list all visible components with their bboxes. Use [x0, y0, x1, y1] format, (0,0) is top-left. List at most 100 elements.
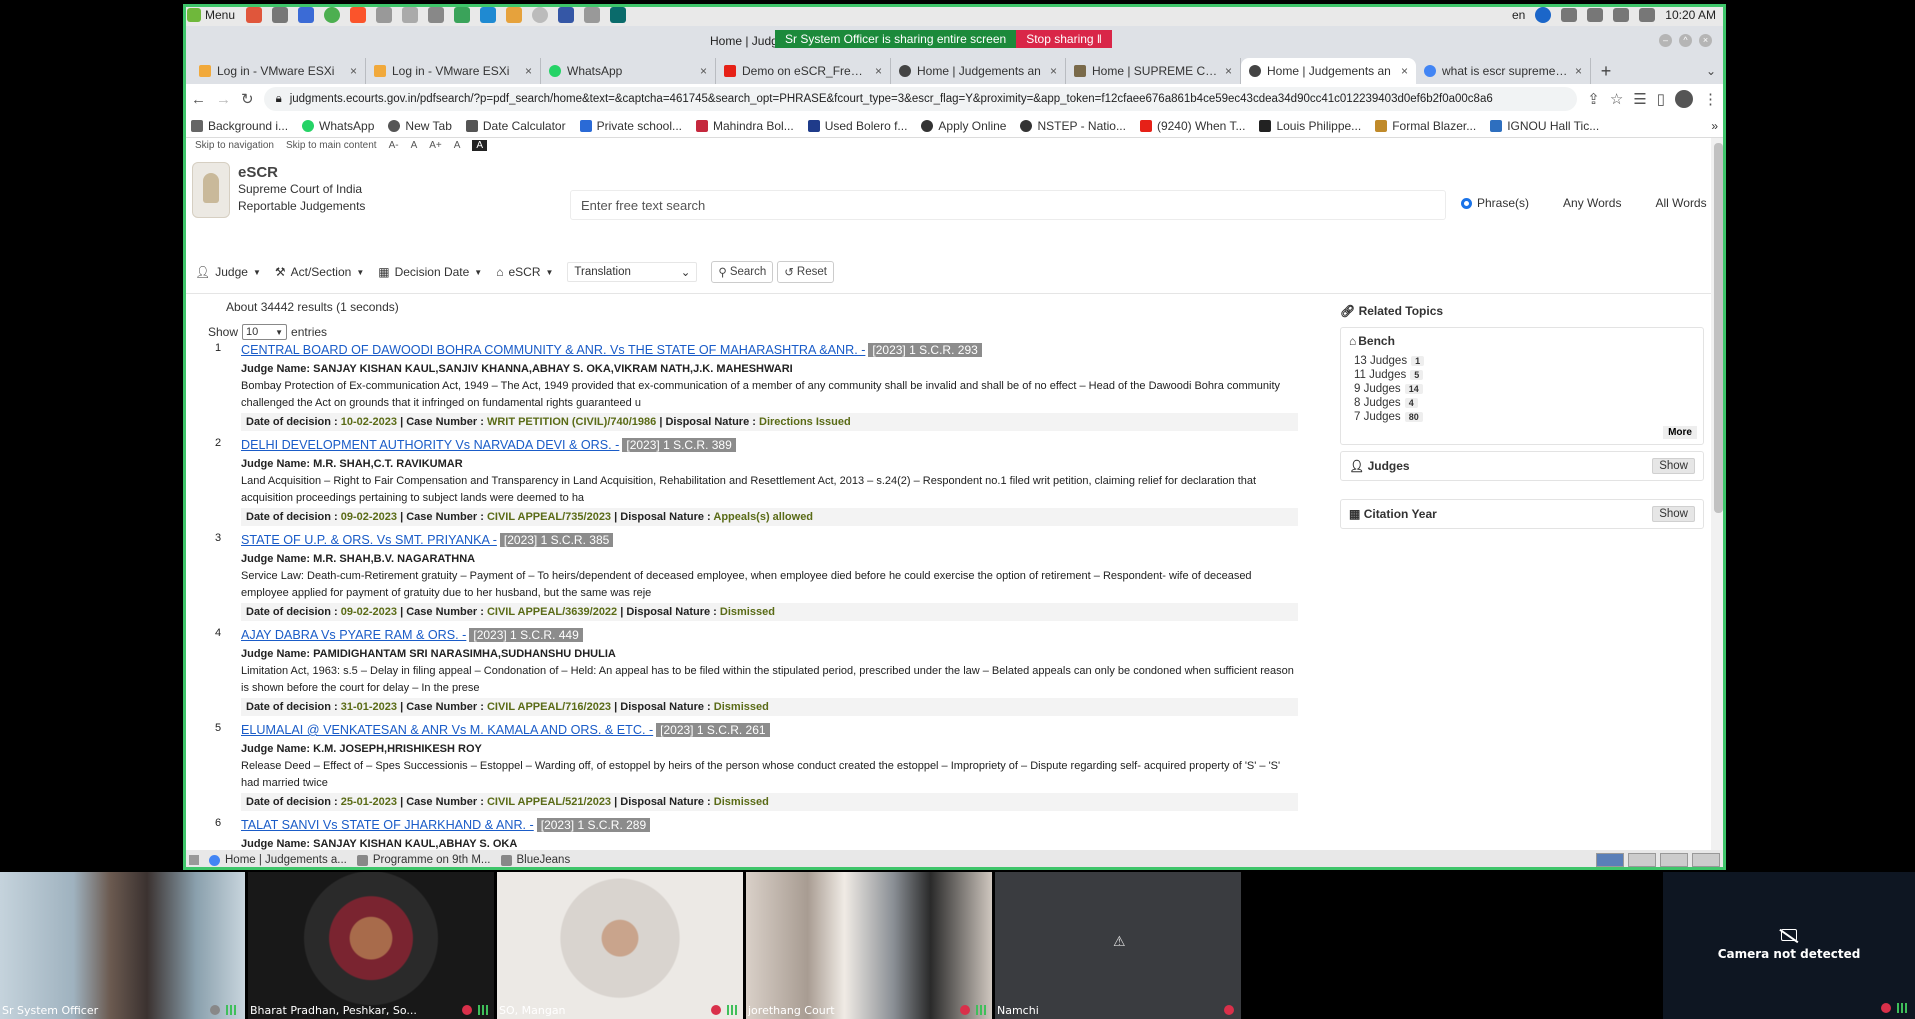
- new-tab-icon[interactable]: +: [1591, 58, 1621, 84]
- show-desktop-icon[interactable]: [189, 855, 199, 865]
- judges-show-button[interactable]: Show: [1652, 458, 1695, 474]
- taskbar-item[interactable]: Home | Judgements a...: [209, 854, 347, 866]
- page-scrollbar[interactable]: [1711, 138, 1726, 850]
- result-title-link[interactable]: CENTRAL BOARD OF DAWOODI BOHRA COMMUNITY…: [241, 343, 865, 357]
- os-menu-button[interactable]: Menu: [183, 8, 241, 22]
- tab-judgements-active[interactable]: Home | Judgements an ×: [1241, 58, 1416, 84]
- tab-vmware-1[interactable]: Log in - VMware ESXi ×: [191, 58, 366, 84]
- terminal-icon[interactable]: [376, 7, 393, 23]
- taskbar-item[interactable]: Programme on 9th M...: [356, 854, 491, 866]
- tab-close-icon[interactable]: ×: [1225, 64, 1232, 78]
- bookmark-item[interactable]: Private school...: [579, 119, 682, 133]
- participant-tile[interactable]: ⚠︎ Namchi: [995, 872, 1241, 1019]
- bench-option[interactable]: 9 Judges 14: [1341, 382, 1703, 396]
- free-text-search-input[interactable]: Enter free text search: [570, 190, 1446, 220]
- search-button[interactable]: ⚲ Search: [711, 261, 774, 283]
- taskbar-item[interactable]: BlueJeans: [500, 854, 570, 866]
- hp-icon[interactable]: [1535, 7, 1552, 23]
- back-icon[interactable]: ←: [191, 91, 206, 108]
- any-words-radio[interactable]: Any Words: [1547, 196, 1621, 210]
- tab-close-icon[interactable]: ×: [1401, 64, 1408, 78]
- citation-badge[interactable]: [2023] 1 S.C.R. 293: [868, 343, 982, 357]
- bookmark-item[interactable]: (9240) When T...: [1139, 119, 1245, 133]
- browser-menu-icon[interactable]: ⋮: [1703, 90, 1718, 108]
- bookmark-item[interactable]: Mahindra Bol...: [695, 119, 794, 133]
- files-icon[interactable]: [298, 7, 315, 23]
- workspace-4[interactable]: [1692, 853, 1720, 867]
- tab-vmware-2[interactable]: Log in - VMware ESXi ×: [366, 58, 541, 84]
- participant-tile[interactable]: Bharat Pradhan, Peshkar, So...: [248, 872, 494, 1019]
- tab-supreme-court[interactable]: Home | SUPREME COU... ×: [1066, 58, 1241, 84]
- bookmark-item[interactable]: WhatsApp: [302, 119, 374, 133]
- bookmark-item[interactable]: Date Calculator: [465, 119, 566, 133]
- citation-badge[interactable]: [2023] 1 S.C.R. 289: [536, 818, 651, 832]
- bookmark-item[interactable]: Background i...: [191, 119, 288, 133]
- maximize-icon[interactable]: ^: [1679, 34, 1692, 47]
- citation-badge[interactable]: [2023] 1 S.C.R. 389: [622, 438, 736, 452]
- result-title-link[interactable]: ELUMALAI @ VENKATESAN & ANR Vs M. KAMALA…: [241, 723, 653, 737]
- tab-whatsapp[interactable]: WhatsApp ×: [541, 58, 716, 84]
- shield-icon[interactable]: [1587, 8, 1604, 22]
- calendar-icon[interactable]: [558, 7, 575, 23]
- disc-icon[interactable]: [532, 7, 549, 23]
- normal-contrast-button[interactable]: A: [454, 140, 461, 151]
- judge-filter-dropdown[interactable]: 👤︎ Judge ▼: [195, 265, 261, 279]
- window-icon[interactable]: [610, 7, 627, 23]
- tab-search-chevron-icon[interactable]: ⌄: [1696, 58, 1726, 84]
- bench-option[interactable]: 11 Judges 5: [1341, 368, 1703, 382]
- brave-icon[interactable]: [350, 7, 367, 23]
- skip-to-navigation-link[interactable]: Skip to navigation: [195, 140, 274, 151]
- phrase-radio[interactable]: Phrase(s): [1461, 196, 1529, 210]
- font-increase-button[interactable]: A+: [429, 140, 442, 151]
- close-icon[interactable]: ×: [1699, 34, 1712, 47]
- forward-icon[interactable]: →: [216, 91, 231, 108]
- firefox-icon[interactable]: [246, 7, 263, 23]
- tab-close-icon[interactable]: ×: [875, 64, 882, 78]
- spreadsheet-icon[interactable]: [454, 7, 471, 23]
- tab-google-escr[interactable]: what is escr supreme c... ×: [1416, 58, 1591, 84]
- chrome-icon[interactable]: [324, 7, 341, 23]
- workspace-3[interactable]: [1660, 853, 1688, 867]
- bookmark-star-icon[interactable]: ☆: [1610, 90, 1623, 108]
- search-icon[interactable]: [272, 7, 289, 23]
- translation-select[interactable]: Translation ⌄: [567, 262, 698, 282]
- share-icon[interactable]: ⇪: [1587, 90, 1600, 108]
- citation-badge[interactable]: [2023] 1 S.C.R. 449: [469, 628, 583, 642]
- reset-button[interactable]: ↺ Reset: [777, 261, 834, 283]
- volume-icon[interactable]: [1613, 8, 1630, 22]
- document-icon[interactable]: [506, 7, 523, 23]
- lock-icon[interactable]: 🔒︎: [276, 93, 282, 106]
- entries-select[interactable]: 10 ▼: [242, 324, 288, 340]
- text-editor-icon[interactable]: [402, 7, 419, 23]
- citation-show-button[interactable]: Show: [1652, 506, 1695, 522]
- result-title-link[interactable]: DELHI DEVELOPMENT AUTHORITY Vs NARVADA D…: [241, 438, 619, 452]
- font-decrease-button[interactable]: A-: [389, 140, 399, 151]
- tab-judgements-1[interactable]: Home | Judgements an ×: [891, 58, 1066, 84]
- citation-badge[interactable]: [2023] 1 S.C.R. 385: [499, 533, 614, 547]
- result-title-link[interactable]: TALAT SANVI Vs STATE OF JHARKHAND & ANR.…: [241, 818, 534, 832]
- bench-option[interactable]: 7 Judges 80: [1341, 410, 1703, 424]
- clock[interactable]: 10:20 AM: [1665, 8, 1716, 22]
- bookmark-item[interactable]: IGNOU Hall Tic...: [1490, 119, 1599, 133]
- tab-close-icon[interactable]: ×: [1575, 64, 1582, 78]
- reload-icon[interactable]: ↻: [241, 90, 254, 108]
- bookmark-item[interactable]: Apply Online: [921, 119, 1006, 133]
- vscode-icon[interactable]: [480, 7, 497, 23]
- app-icon[interactable]: [584, 7, 601, 23]
- participant-tile[interactable]: SO, Mangan: [497, 872, 743, 1019]
- participant-tile[interactable]: Sr System Officer: [0, 872, 245, 1019]
- self-view-tile[interactable]: Camera not detected: [1663, 872, 1915, 1019]
- bench-option[interactable]: 13 Judges 1: [1341, 354, 1703, 368]
- bookmark-item[interactable]: Used Bolero f...: [807, 119, 907, 133]
- scrollbar-thumb[interactable]: [1714, 143, 1723, 513]
- bookmark-item[interactable]: Louis Philippe...: [1259, 119, 1361, 133]
- result-title-link[interactable]: STATE OF U.P. & ORS. Vs SMT. PRIYANKA -: [241, 533, 497, 547]
- tab-close-icon[interactable]: ×: [700, 64, 707, 78]
- tools-icon[interactable]: [428, 7, 445, 23]
- high-contrast-button[interactable]: A: [472, 140, 488, 151]
- citation-badge[interactable]: [2023] 1 S.C.R. 261: [656, 723, 770, 737]
- tab-close-icon[interactable]: ×: [350, 64, 357, 78]
- tab-close-icon[interactable]: ×: [525, 64, 532, 78]
- tab-close-icon[interactable]: ×: [1050, 64, 1057, 78]
- workspace-2[interactable]: [1628, 853, 1656, 867]
